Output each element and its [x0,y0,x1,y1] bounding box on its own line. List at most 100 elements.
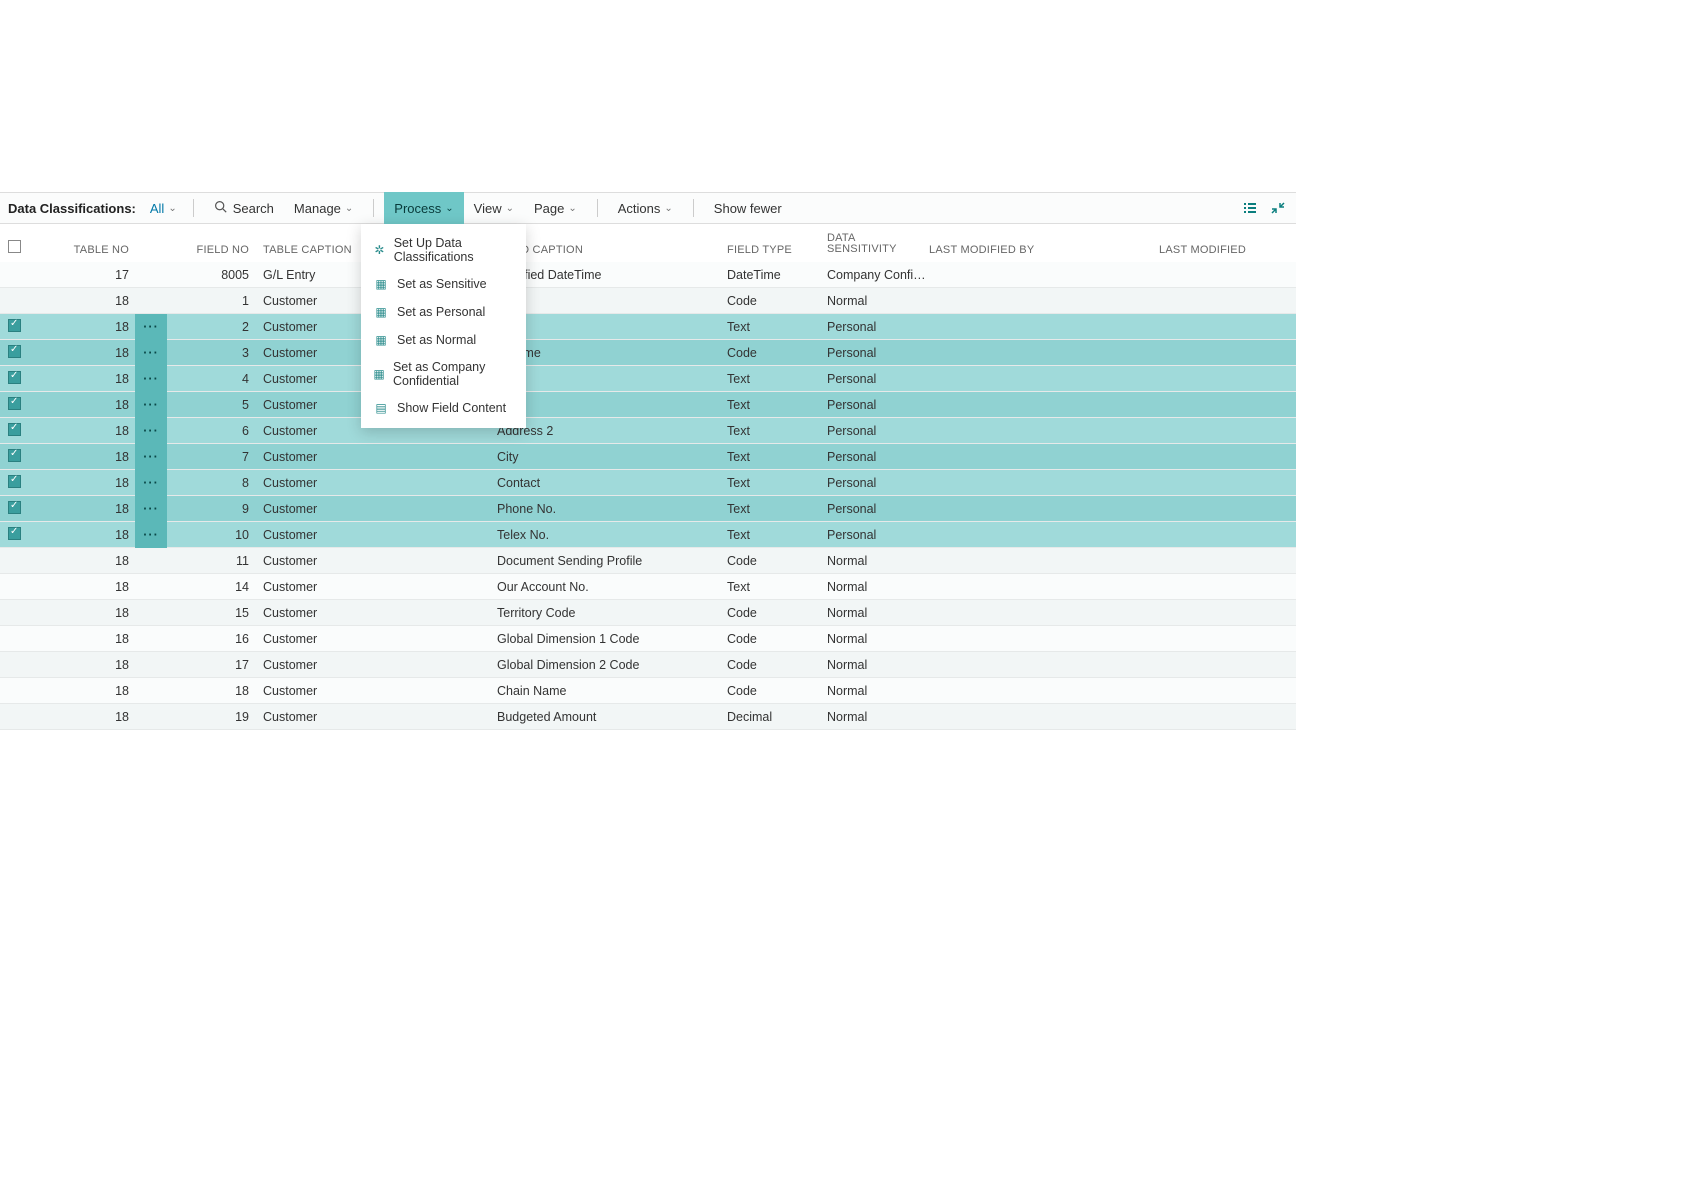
process-menu[interactable]: Process ⌄ [384,192,463,224]
table-row[interactable]: 18···9CustomerPhone No.TextPersonal [0,496,1296,522]
table-icon: ▤ [373,400,389,416]
cell-field-no: 1 [167,294,257,308]
row-checkbox[interactable] [8,345,21,358]
cell-table-no: 18 [30,502,135,516]
table-row[interactable]: 18···6CustomerAddress 2TextPersonal [0,418,1296,444]
row-checkbox[interactable] [8,501,21,514]
table-row[interactable]: 18···4Customere 2TextPersonal [0,366,1296,392]
table-row[interactable]: 18···3Customerh NameCodePersonal [0,340,1296,366]
cell-field-no: 18 [167,684,257,698]
table-row[interactable]: 18···18CustomerChain NameCodeNormal [0,678,1296,704]
cell-field-type: Code [727,684,827,698]
row-actions-icon[interactable]: ··· [135,340,167,366]
process-label: Process [394,201,441,216]
cell-data-sensitivity: Normal [827,632,929,646]
header-table-no[interactable]: TABLE NO [30,244,135,262]
table-row[interactable]: 18···11CustomerDocument Sending ProfileC… [0,548,1296,574]
view-menu[interactable]: View ⌄ [464,192,524,224]
manage-label: Manage [294,201,341,216]
header-data-sensitivity[interactable]: DATA SENSITIVITY [827,233,929,262]
cell-field-caption: Document Sending Profile [497,554,727,568]
filter-all-dropdown[interactable]: All ⌄ [144,201,183,216]
show-fewer-button[interactable]: Show fewer [704,192,792,224]
cell-field-type: DateTime [727,268,827,282]
header-last-modified[interactable]: LAST MODIFIED [1159,244,1279,262]
table-row[interactable]: 18···14CustomerOur Account No.TextNormal [0,574,1296,600]
row-checkbox[interactable] [8,527,21,540]
cell-field-type: Decimal [727,710,827,724]
cell-table-caption: Customer [257,658,497,672]
tag-icon: ▦ [373,366,385,382]
table-row[interactable]: 18···2CustomereTextPersonal [0,314,1296,340]
header-field-caption[interactable]: FIELD CAPTION [497,244,727,262]
cell-field-no: 14 [167,580,257,594]
cell-field-no: 15 [167,606,257,620]
menu-setup-classifications[interactable]: ✲ Set Up Data Classifications [361,230,526,270]
cell-table-no: 18 [30,346,135,360]
menu-set-personal[interactable]: ▦ Set as Personal [361,298,526,326]
cell-field-caption: Territory Code [497,606,727,620]
cell-field-caption: Global Dimension 1 Code [497,632,727,646]
cell-table-caption: Customer [257,710,497,724]
table-row[interactable]: 17···8005G/L EntryModified DateTimeDateT… [0,262,1296,288]
select-all-checkbox[interactable] [8,240,21,253]
cell-data-sensitivity: Normal [827,684,929,698]
row-actions-icon[interactable]: ··· [135,470,167,496]
list-view-icon[interactable] [1242,200,1258,216]
table-row[interactable]: 18···8CustomerContactTextPersonal [0,470,1296,496]
cell-table-caption: Customer [257,632,497,646]
cell-table-no: 18 [30,476,135,490]
cell-field-caption: Address 2 [497,424,727,438]
row-checkbox[interactable] [8,397,21,410]
header-field-no[interactable]: FIELD NO [167,244,257,262]
cell-field-type: Code [727,554,827,568]
row-checkbox[interactable] [8,371,21,384]
cell-table-caption: Customer [257,580,497,594]
cell-table-no: 18 [30,658,135,672]
row-actions-icon[interactable]: ··· [135,418,167,444]
table-row[interactable]: 18···7CustomerCityTextPersonal [0,444,1296,470]
row-checkbox[interactable] [8,423,21,436]
row-actions-icon[interactable]: ··· [135,314,167,340]
cell-data-sensitivity: Personal [827,450,929,464]
row-actions-icon[interactable]: ··· [135,392,167,418]
row-checkbox[interactable] [8,449,21,462]
row-actions-icon[interactable]: ··· [135,366,167,392]
row-checkbox[interactable] [8,475,21,488]
row-checkbox[interactable] [8,319,21,332]
table-row[interactable]: 18···19CustomerBudgeted AmountDecimalNor… [0,704,1296,730]
show-fewer-label: Show fewer [714,201,782,216]
cell-table-no: 18 [30,606,135,620]
cell-field-caption: h Name [497,346,727,360]
cell-field-type: Text [727,580,827,594]
row-actions-icon[interactable]: ··· [135,496,167,522]
tag-icon: ▦ [373,304,389,320]
table-row[interactable]: 18···5CustomeressTextPersonal [0,392,1296,418]
actions-label: Actions [618,201,661,216]
header-last-modified-by[interactable]: LAST MODIFIED BY [929,244,1159,262]
table-row[interactable]: 18···10CustomerTelex No.TextPersonal [0,522,1296,548]
actions-menu[interactable]: Actions ⌄ [608,192,683,224]
table-row[interactable]: 18···17CustomerGlobal Dimension 2 CodeCo… [0,652,1296,678]
table-row[interactable]: 18···15CustomerTerritory CodeCodeNormal [0,600,1296,626]
row-actions-icon[interactable]: ··· [135,522,167,548]
table-row[interactable]: 18···1CustomerCodeNormal [0,288,1296,314]
chevron-down-icon: ⌄ [506,203,514,214]
cell-table-caption: Customer [257,502,497,516]
collapse-icon[interactable] [1270,200,1286,216]
cell-data-sensitivity: Personal [827,502,929,516]
menu-show-field-content[interactable]: ▤ Show Field Content [361,394,526,422]
menu-set-sensitive[interactable]: ▦ Set as Sensitive [361,270,526,298]
cell-field-no: 5 [167,398,257,412]
page-menu[interactable]: Page ⌄ [524,192,587,224]
cell-field-caption: Budgeted Amount [497,710,727,724]
menu-set-normal[interactable]: ▦ Set as Normal [361,326,526,354]
menu-set-confidential[interactable]: ▦ Set as Company Confidential [361,354,526,394]
manage-menu[interactable]: Manage ⌄ [284,192,363,224]
table-row[interactable]: 18···16CustomerGlobal Dimension 1 CodeCo… [0,626,1296,652]
cell-table-no: 18 [30,684,135,698]
cell-field-no: 6 [167,424,257,438]
search-button[interactable]: Search [204,192,284,224]
row-actions-icon[interactable]: ··· [135,444,167,470]
header-field-type[interactable]: FIELD TYPE [727,244,827,262]
